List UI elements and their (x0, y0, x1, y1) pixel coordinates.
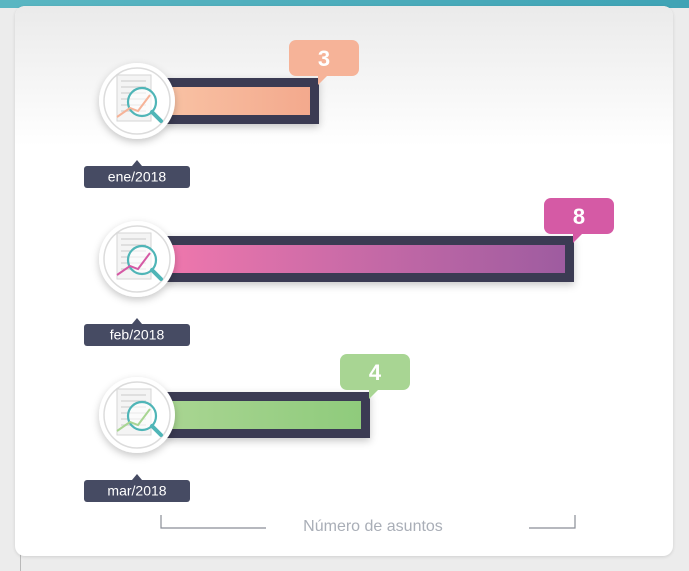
bar-mar/2018 (166, 401, 361, 429)
bar-ene/2018 (166, 87, 310, 115)
category-label: ene/2018 (84, 160, 190, 188)
value-label: 8 (573, 204, 585, 229)
chart-search-icon (99, 63, 175, 139)
value-label: 4 (369, 360, 382, 385)
category-label: feb/2018 (84, 318, 190, 346)
axis-bracket-right (529, 515, 576, 529)
chart-search-icon (99, 221, 175, 297)
value-label: 3 (318, 46, 330, 71)
bar-chart: ene/2018 3 feb/2018 8 mar/2018 4 (84, 40, 614, 529)
bar-feb/2018 (166, 245, 565, 273)
category-label-text: ene/2018 (108, 169, 167, 185)
category-label: mar/2018 (84, 474, 190, 502)
category-label-text: feb/2018 (110, 327, 165, 343)
category-label-text: mar/2018 (107, 483, 166, 499)
x-axis-title: Número de asuntos (303, 518, 443, 535)
axis-bracket-left (160, 515, 266, 529)
chart-search-icon (99, 377, 175, 453)
